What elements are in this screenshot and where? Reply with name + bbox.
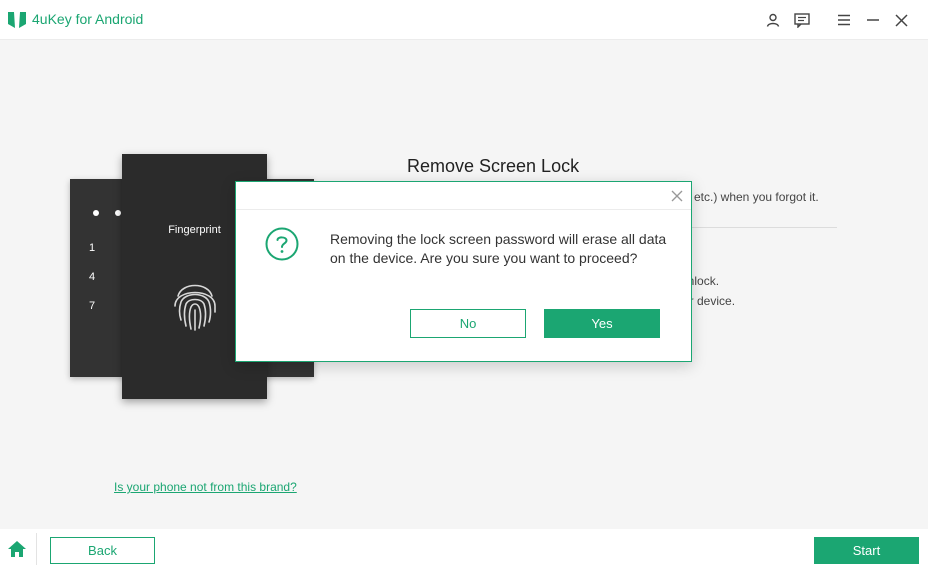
- start-button[interactable]: Start: [814, 537, 919, 564]
- pin-dot: [93, 210, 99, 216]
- minimize-icon[interactable]: [864, 11, 882, 29]
- section-title: Remove Screen Lock: [407, 156, 580, 176]
- divider: [36, 533, 37, 565]
- feedback-icon[interactable]: [793, 11, 811, 29]
- pin-dot: [115, 210, 121, 216]
- dialog-header: [236, 182, 691, 210]
- app-logo-icon: [8, 12, 26, 28]
- back-button[interactable]: Back: [50, 537, 155, 564]
- app-title: 4uKey for Android: [32, 11, 144, 27]
- pin-number: 1: [89, 242, 96, 254]
- dialog-close-icon[interactable]: [669, 188, 685, 204]
- menu-icon[interactable]: [835, 11, 853, 29]
- pin-number: 4: [89, 271, 96, 283]
- confirm-dialog: Removing the lock screen password will e…: [235, 181, 692, 362]
- description-text: etc.) when you forgot it.: [694, 190, 819, 204]
- yes-button[interactable]: Yes: [544, 309, 660, 338]
- title-bar: 4uKey for Android: [0, 0, 928, 40]
- brand-help-link[interactable]: Is your phone not from this brand?: [114, 480, 297, 494]
- no-button[interactable]: No: [410, 309, 526, 338]
- bottom-bar: Back Start: [0, 529, 928, 566]
- dialog-message: Removing the lock screen password will e…: [330, 231, 667, 266]
- home-icon[interactable]: [7, 540, 27, 558]
- user-icon[interactable]: [764, 11, 782, 29]
- fingerprint-icon: [174, 284, 216, 331]
- pin-number: 7: [89, 300, 96, 312]
- question-circle-icon: [265, 227, 299, 261]
- close-icon[interactable]: [892, 11, 910, 29]
